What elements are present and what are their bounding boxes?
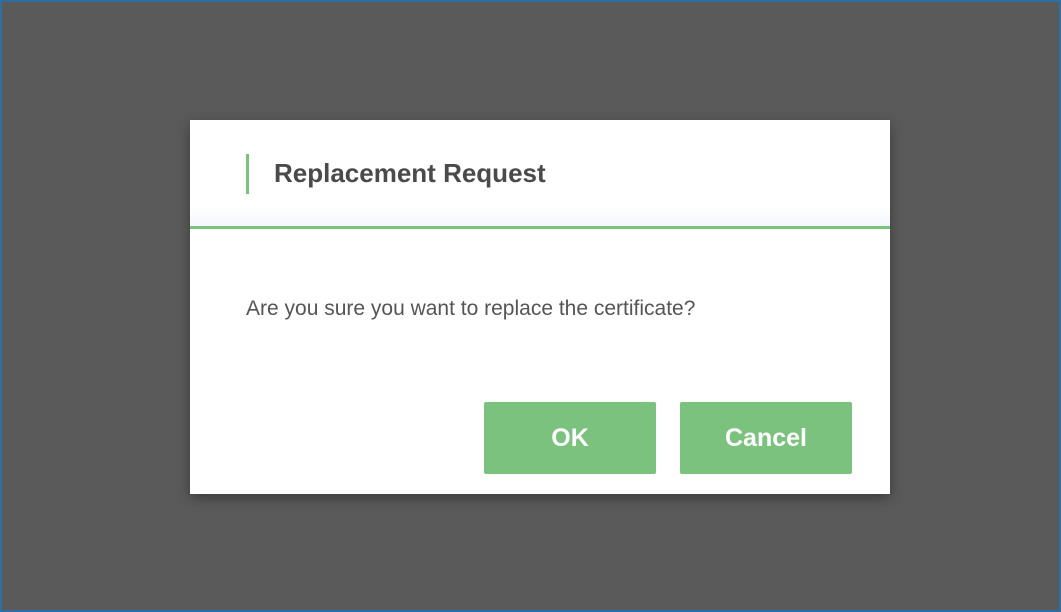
ok-button[interactable]: OK: [484, 402, 656, 474]
dialog-header: Replacement Request: [190, 120, 890, 229]
dialog-message: Are you sure you want to replace the cer…: [246, 297, 696, 320]
dialog-title: Replacement Request: [274, 158, 546, 188]
title-accent-bar: [246, 154, 249, 194]
replacement-request-dialog: Replacement Request Are you sure you wan…: [190, 120, 890, 494]
cancel-button[interactable]: Cancel: [680, 402, 852, 474]
